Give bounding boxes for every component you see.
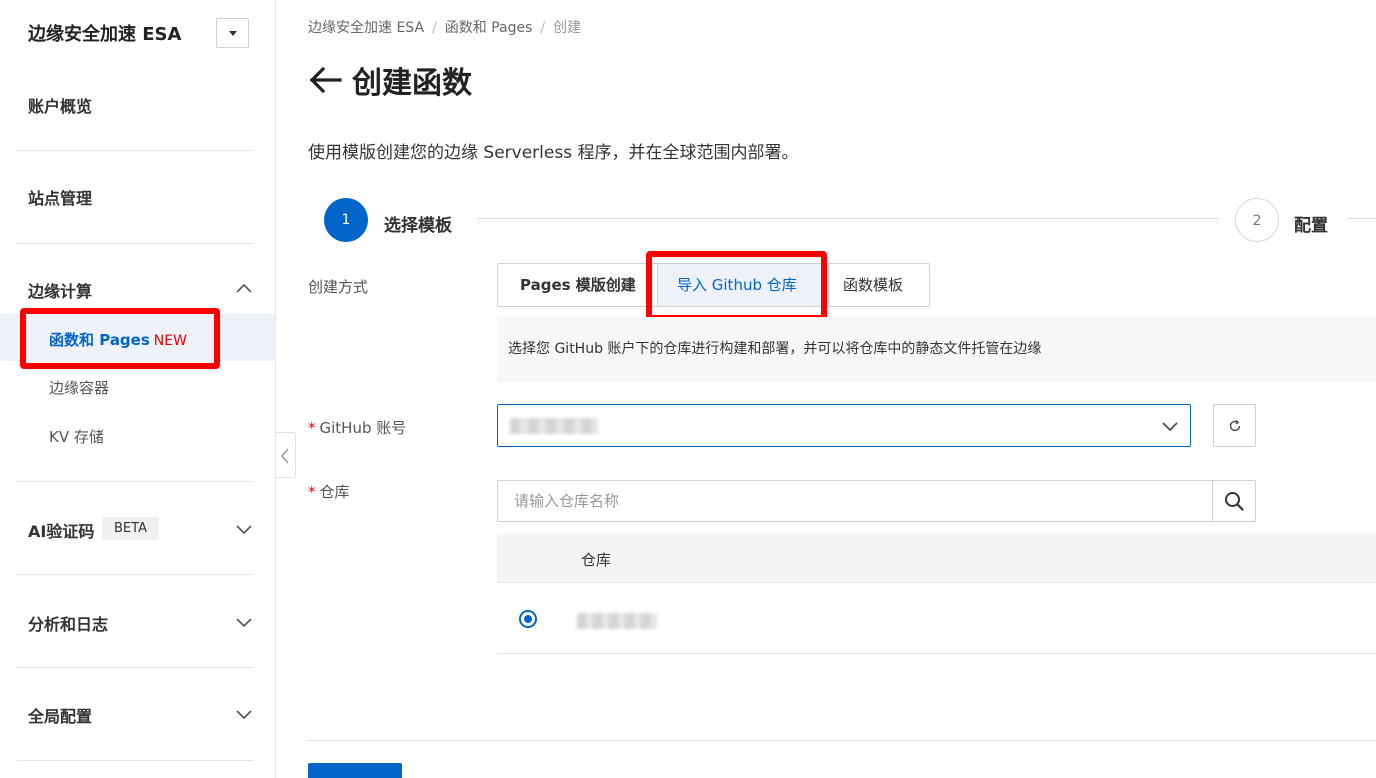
tab-function-template[interactable]: 函数模板 [829,264,929,306]
breadcrumb-item-create: 创建 [553,20,582,36]
repo-label: * 仓库 [308,481,350,502]
sidebar-item-kv-storage[interactable]: KV 存储 [49,426,104,447]
repo-search-input[interactable] [498,481,1212,521]
step-connector-line [1348,218,1376,219]
breadcrumb-separator: / [432,20,437,36]
breadcrumb-item-functions-pages[interactable]: 函数和 Pages [445,20,533,36]
next-step-button[interactable] [308,763,402,778]
repo-column-header: 仓库 [581,551,612,569]
step-2-circle: 2 [1235,198,1279,242]
redacted-repo-name [577,613,657,629]
breadcrumb-separator: / [540,20,546,36]
table-row[interactable] [497,584,1376,654]
sidebar-item-edge-container[interactable]: 边缘容器 [49,377,109,398]
sidebar-group-global-config[interactable]: 全局配置 [28,703,92,727]
redacted-account-name [510,418,598,434]
step-2-label: 配置 [1294,216,1328,236]
github-account-label: * GitHub 账号 [308,417,406,438]
step-1-label: 选择模板 [384,216,452,236]
breadcrumb: 边缘安全加速 ESA / 函数和 Pages / 创建 [308,17,581,37]
step-connector-line [477,218,1219,219]
search-button[interactable] [1212,481,1255,521]
chevron-down-icon[interactable] [236,522,252,536]
step-1-circle: 1 [324,198,368,242]
repo-search [497,480,1256,522]
sidebar-group-analytics[interactable]: 分析和日志 [28,611,108,635]
required-mark: * [308,483,316,501]
required-mark: * [308,419,316,437]
sidebar-item-overview[interactable]: 账户概览 [28,93,92,117]
chevron-up-icon[interactable] [236,282,252,296]
github-account-select[interactable] [497,404,1191,447]
sidebar-group-edge-compute[interactable]: 边缘计算 [28,278,92,302]
sidebar-divider [17,481,253,482]
highlight-box-functions-pages [20,308,220,369]
product-switcher-dropdown[interactable] [216,18,249,48]
sidebar-divider [17,243,253,244]
tab-pages-template[interactable]: Pages 模版创建 [498,264,657,306]
search-icon [1225,492,1244,511]
github-account-label-text: GitHub 账号 [319,419,407,437]
info-banner: 选择您 GitHub 账户下的仓库进行构建和部署，并可以将仓库中的静态文件托管在… [497,317,1376,382]
sidebar-collapse-handle[interactable] [276,432,296,478]
beta-badge: BETA [102,517,159,540]
chevron-down-icon [1162,422,1178,432]
sidebar-group-ai-captcha[interactable]: AI验证码 [28,518,94,542]
sidebar-header: 边缘安全加速 ESA [28,18,249,48]
sidebar-divider [17,150,253,151]
sidebar-divider [17,574,253,575]
sidebar-divider [17,667,253,668]
repo-label-text: 仓库 [319,483,350,501]
chevron-down-icon[interactable] [236,615,252,629]
repo-table-header: 仓库 [497,534,1376,583]
footer-divider [308,740,1376,741]
page-title: 创建函数 [308,60,472,101]
refresh-icon [1229,419,1241,432]
back-arrow-icon[interactable] [308,65,342,95]
page-title-text: 创建函数 [352,66,472,101]
product-title: 边缘安全加速 ESA [28,24,182,45]
chevron-left-icon [281,448,289,464]
chevron-down-icon[interactable] [236,707,252,721]
highlight-box-import-github [646,251,827,321]
breadcrumb-item-esa[interactable]: 边缘安全加速 ESA [308,20,424,36]
sidebar: 边缘安全加速 ESA 账户概览 站点管理 边缘计算 函数和 Pages NEW 边… [0,0,276,778]
create-method-label: 创建方式 [308,278,369,296]
repo-radio-selected[interactable] [519,610,537,628]
refresh-button[interactable] [1213,404,1256,447]
page-description: 使用模版创建您的边缘 Serverless 程序，并在全球范围内部署。 [308,143,799,163]
sidebar-item-site-management[interactable]: 站点管理 [28,185,92,209]
sidebar-divider [17,760,253,761]
